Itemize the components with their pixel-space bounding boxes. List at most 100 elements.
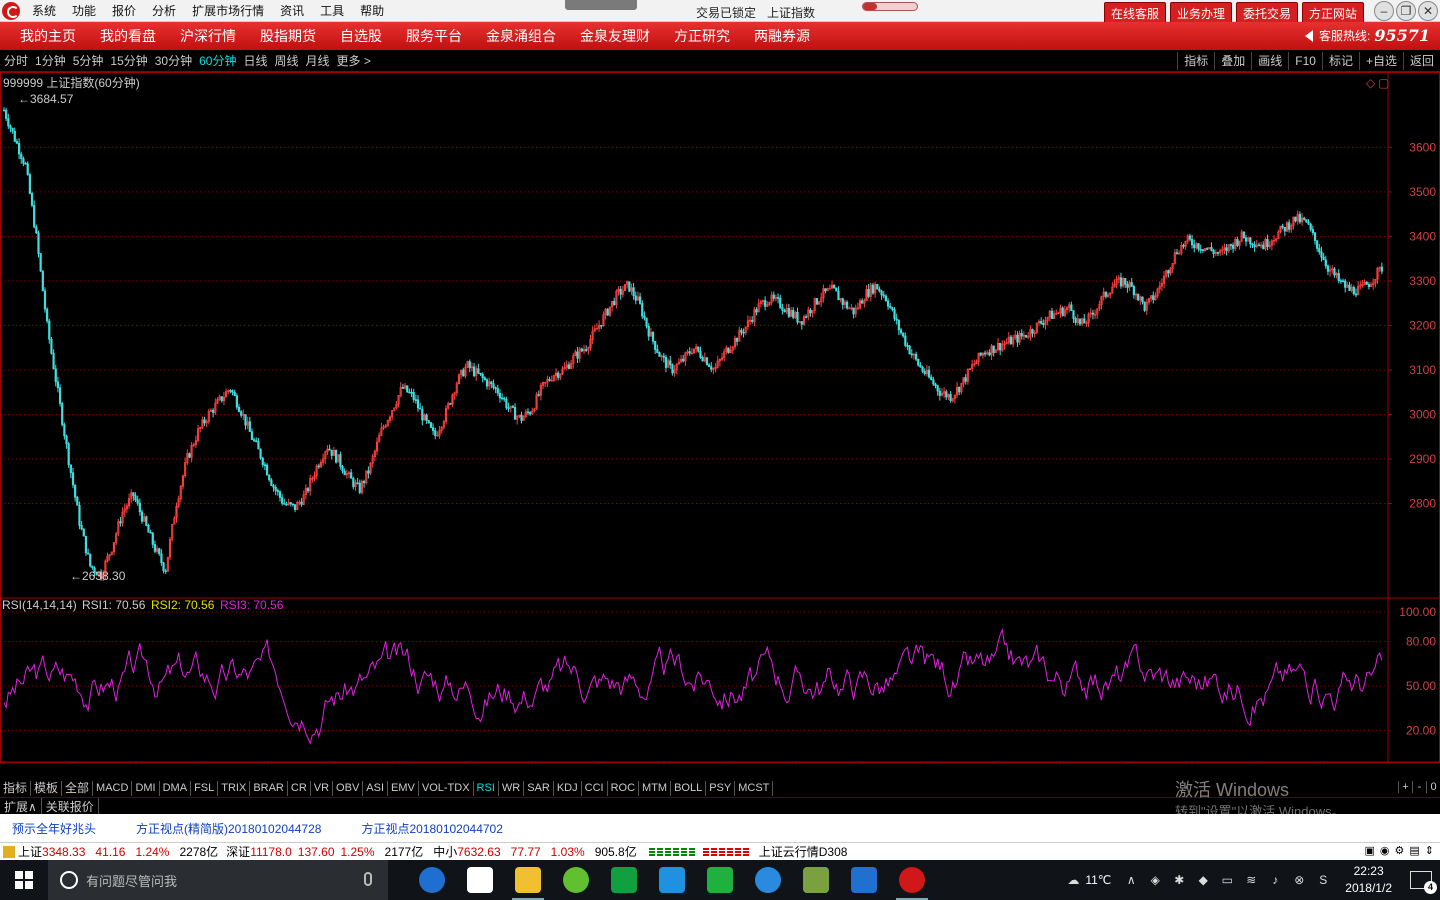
news-link[interactable]: 方正视点20180102044702: [361, 820, 502, 837]
settings-icon[interactable]: ⚙: [1395, 844, 1405, 857]
indicator-tab[interactable]: TRIX: [218, 781, 251, 796]
taskbar-browser-360[interactable]: [552, 860, 600, 900]
chart-tool-button[interactable]: 指标: [1177, 52, 1214, 70]
menu-function[interactable]: 功能: [72, 2, 96, 19]
related-quote-button[interactable]: 关联报价: [42, 797, 99, 815]
expand-icon[interactable]: ⇕: [1425, 844, 1434, 857]
minimize-icon[interactable]: –: [1374, 1, 1394, 21]
lock-icon[interactable]: ▣: [1364, 844, 1374, 857]
nav-watchlist[interactable]: 自选股: [340, 26, 382, 46]
period-tab[interactable]: 周线: [274, 52, 298, 69]
period-tab[interactable]: 15分钟: [110, 52, 147, 69]
indicator-tab[interactable]: SAR: [524, 781, 554, 796]
expand-button[interactable]: 扩展∧: [0, 797, 42, 815]
chart-tool-button[interactable]: F10: [1288, 52, 1322, 70]
taskbar-iqiyi[interactable]: [696, 860, 744, 900]
nav-service[interactable]: 服务平台: [406, 26, 462, 46]
menu-system[interactable]: 系统: [32, 2, 56, 19]
period-tab[interactable]: 日线: [243, 52, 267, 69]
indicator-tab[interactable]: KDJ: [554, 781, 582, 796]
cloud-quote-label[interactable]: 上证云行情D308: [759, 843, 848, 860]
menu-extended-market[interactable]: 扩展市场行情: [192, 2, 264, 19]
nav-futures[interactable]: 股指期货: [260, 26, 316, 46]
menu-help[interactable]: 帮助: [360, 2, 384, 19]
indicator-tab[interactable]: RSI: [474, 781, 499, 796]
nav-watch[interactable]: 我的看盘: [100, 26, 156, 46]
period-tab[interactable]: 60分钟: [199, 52, 236, 69]
indicator-tab[interactable]: WR: [499, 781, 525, 796]
indicator-tab[interactable]: CR: [288, 781, 311, 796]
indicator-tab[interactable]: EMV: [388, 781, 419, 796]
taskbar-edge[interactable]: [408, 860, 456, 900]
chart-tool-button[interactable]: 标记: [1321, 52, 1359, 70]
nav-home[interactable]: 我的主页: [20, 26, 76, 46]
wifi-icon[interactable]: ≋: [1241, 872, 1261, 888]
add-pane-button[interactable]: +: [1398, 781, 1412, 793]
indicator-tab[interactable]: ASI: [363, 781, 389, 796]
indicator-tab[interactable]: MTM: [639, 781, 672, 796]
restore-icon[interactable]: ❐: [1396, 1, 1416, 21]
taskbar-ie[interactable]: [744, 860, 792, 900]
chart-tool-button[interactable]: +自选: [1358, 52, 1403, 70]
nav-market[interactable]: 沪深行情: [180, 26, 236, 46]
security-tray-icon[interactable]: ◈: [1145, 872, 1165, 888]
news-link[interactable]: 方正视点(精简版)20180102044728: [136, 820, 321, 837]
indicator-tab[interactable]: PSY: [706, 781, 736, 796]
nav-research[interactable]: 方正研究: [674, 26, 730, 46]
transparency-slider[interactable]: [862, 2, 918, 11]
period-tab[interactable]: 5分钟: [73, 52, 104, 69]
menu-analysis[interactable]: 分析: [152, 2, 176, 19]
nav-portfolio[interactable]: 金泉涌组合: [486, 26, 556, 46]
indicator-tab[interactable]: BOLL: [671, 781, 707, 796]
nav-margin[interactable]: 两融券源: [754, 26, 810, 46]
reset-pane-button[interactable]: 0: [1426, 781, 1440, 793]
menu-news[interactable]: 资讯: [280, 2, 304, 19]
menu-quote[interactable]: 报价: [112, 2, 136, 19]
menu-tools[interactable]: 工具: [320, 2, 344, 19]
taskbar-explorer[interactable]: [504, 860, 552, 900]
indicator-tab[interactable]: ROC: [608, 781, 640, 796]
taskbar-app-chart[interactable]: [792, 860, 840, 900]
input-method-icon[interactable]: S: [1313, 872, 1333, 888]
bluetooth-icon[interactable]: ✱: [1169, 872, 1189, 888]
news-link[interactable]: 预示全年好兆头: [12, 820, 96, 837]
weather-icon[interactable]: ☁: [1063, 872, 1083, 888]
app-logo-icon[interactable]: [2, 1, 20, 20]
chart-tool-button[interactable]: 画线: [1251, 52, 1288, 70]
indicator-tab[interactable]: FSL: [191, 781, 219, 796]
close-icon[interactable]: ✕: [1418, 1, 1438, 21]
indicator-tab[interactable]: CCI: [582, 781, 608, 796]
period-tab[interactable]: 30分钟: [155, 52, 192, 69]
indicator-tab[interactable]: 全部: [62, 781, 94, 796]
indicator-tab[interactable]: DMI: [132, 781, 160, 796]
indicator-tab[interactable]: OBV: [333, 781, 364, 796]
indicator-tab[interactable]: BRAR: [250, 781, 288, 796]
start-button[interactable]: [0, 860, 48, 900]
usb-icon[interactable]: ▭: [1217, 872, 1237, 888]
collapse-handle[interactable]: [565, 0, 637, 10]
chart-tool-button[interactable]: 返回: [1402, 52, 1440, 70]
taskbar-store[interactable]: [456, 860, 504, 900]
bell-icon[interactable]: ◉: [1380, 844, 1390, 857]
period-tab[interactable]: 月线: [306, 52, 330, 69]
layout-icon[interactable]: ▤: [1409, 844, 1419, 857]
stop-icon[interactable]: ⊗: [1289, 872, 1309, 888]
period-tab[interactable]: 更多 >: [337, 52, 371, 69]
taskbar-video[interactable]: [648, 860, 696, 900]
chart-area[interactable]: 3600 3500 3400 3300 3200 3100 3000 2900 2800 9999…: [0, 72, 1440, 764]
indicator-tab[interactable]: 模板: [31, 781, 63, 796]
notification-icon[interactable]: 4: [1410, 871, 1437, 894]
clock[interactable]: 22:23 2018/1/2: [1345, 863, 1392, 897]
nav-finance[interactable]: 金泉友理财: [580, 26, 650, 46]
taskbar-app-green[interactable]: [600, 860, 648, 900]
period-tab[interactable]: 1分钟: [35, 52, 66, 69]
taskbar-security[interactable]: [840, 860, 888, 900]
taskbar-founder[interactable]: [888, 860, 936, 900]
indicator-tab[interactable]: 指标: [0, 781, 32, 796]
indicator-tab[interactable]: VR: [311, 781, 334, 796]
ticker-flag-icon[interactable]: [3, 845, 15, 858]
chart-tool-button[interactable]: 叠加: [1214, 52, 1251, 70]
indicator-tab[interactable]: DMA: [160, 781, 192, 796]
chevron-up-icon[interactable]: ∧: [1121, 872, 1141, 888]
microphone-icon[interactable]: [364, 872, 372, 886]
